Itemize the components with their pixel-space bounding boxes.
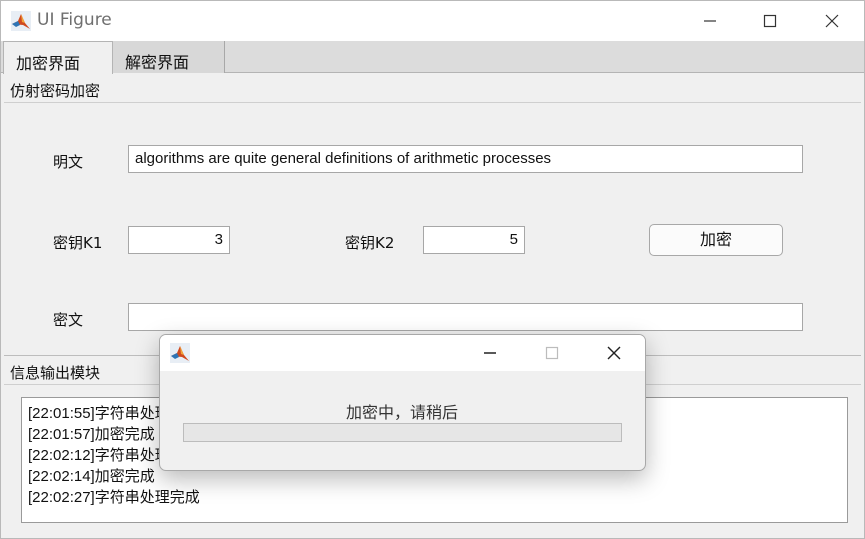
dialog-message: 加密中，请稍后 (345, 403, 458, 422)
k1-field[interactable]: 3 (128, 226, 230, 254)
tab-decrypt[interactable]: 解密界面 (113, 41, 225, 73)
plaintext-label: 明文 (53, 153, 84, 171)
tab-encrypt[interactable]: 加密界面 (3, 41, 113, 74)
tab-bar: 加密界面 解密界面 (1, 41, 864, 74)
encrypt-panel-divider (4, 102, 861, 103)
log-panel-title: 信息输出模块 (10, 364, 101, 382)
matlab-icon (11, 11, 31, 31)
log-line: [22:02:27]字符串处理完成 (28, 489, 200, 506)
matlab-icon (170, 343, 190, 363)
maximize-button[interactable] (740, 1, 800, 41)
dialog-close-button[interactable] (588, 335, 640, 371)
ciphertext-field[interactable] (128, 303, 803, 331)
close-icon (607, 346, 621, 360)
ciphertext-label: 密文 (53, 311, 84, 329)
dialog-title-bar (160, 335, 645, 371)
k1-label: 密钥K1 (53, 234, 103, 252)
k2-label: 密钥K2 (345, 234, 395, 252)
window-title: UI Figure (37, 10, 112, 30)
plaintext-field[interactable]: algorithms are quite general definitions… (128, 145, 803, 173)
close-icon (825, 14, 839, 28)
main-window: UI Figure 加密界面 解密界面 仿射密码加密 明文 algorithms… (0, 0, 865, 539)
dialog-minimize-button[interactable] (464, 335, 516, 371)
minimize-button[interactable] (680, 1, 740, 41)
maximize-icon (545, 346, 559, 360)
maximize-icon (763, 14, 777, 28)
encrypt-button[interactable]: 加密 (649, 224, 783, 256)
k2-field[interactable]: 5 (423, 226, 525, 254)
dialog-maximize-button (526, 335, 578, 371)
minimize-icon (484, 352, 496, 354)
progress-dialog: 加密中，请稍后 (159, 334, 646, 471)
title-bar: UI Figure (1, 1, 864, 41)
minimize-icon (704, 20, 716, 22)
close-button[interactable] (802, 1, 862, 41)
progress-bar (183, 423, 622, 442)
encrypt-panel-title: 仿射密码加密 (10, 82, 101, 100)
